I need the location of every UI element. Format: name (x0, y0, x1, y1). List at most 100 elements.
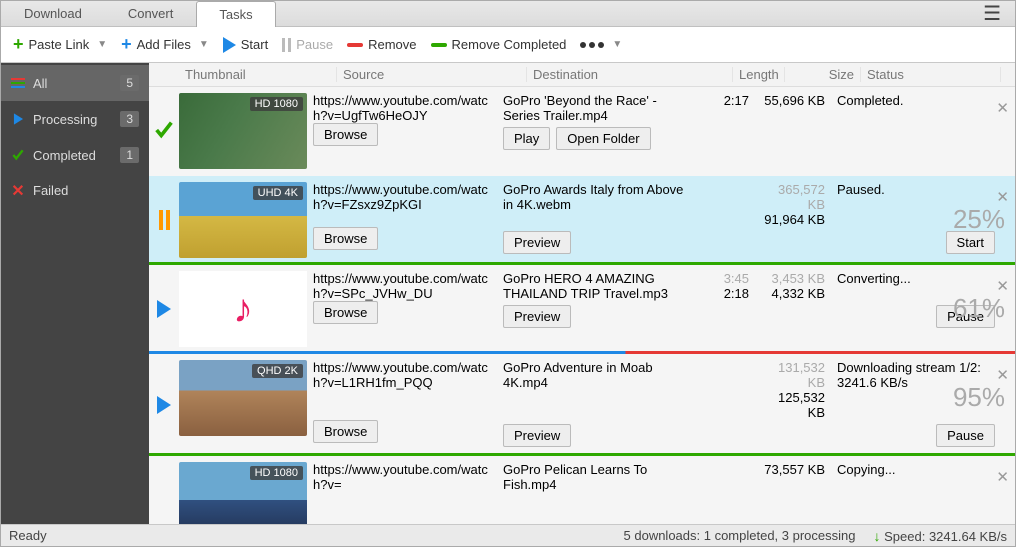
check-icon (153, 119, 175, 144)
destination-file: GoPro Awards Italy from Above in 4K.webm (497, 182, 703, 227)
browse-button[interactable]: Browse (313, 123, 378, 146)
plus-icon: + (121, 34, 132, 55)
column-headers: Thumbnail Source Destination Length Size… (149, 63, 1015, 87)
destination-file: GoPro Adventure in Moab 4K.mp4 (497, 360, 703, 420)
preview-button[interactable]: Preview (503, 231, 571, 254)
dots-icon (580, 42, 604, 48)
thumbnail: HD 1080 (179, 93, 307, 169)
minus-icon (431, 43, 447, 47)
tab-download[interactable]: Download (1, 0, 105, 26)
count-badge: 3 (120, 111, 139, 127)
preview-button[interactable]: Preview (503, 424, 571, 447)
chevron-down-icon: ▼ (612, 39, 622, 50)
length (703, 360, 755, 420)
col-size[interactable]: Size (785, 67, 861, 82)
sidebar-item-all[interactable]: All 5 (1, 65, 149, 101)
length: 3:452:18 (703, 271, 755, 301)
task-row[interactable]: ♪ https://www.youtube.com/watch?v=SPc_JV… (149, 265, 1015, 354)
play-icon (223, 37, 236, 53)
status: Completed.✕ (831, 93, 1015, 123)
add-files-button[interactable]: + Add Files ▼ (121, 34, 209, 55)
sidebar-item-failed[interactable]: ✕ Failed (1, 173, 149, 208)
length: 2:17 (703, 93, 755, 123)
size: 365,572 KB91,964 KB (755, 182, 831, 227)
status-bar: Ready 5 downloads: 1 completed, 3 proces… (1, 524, 1015, 546)
status-ready: Ready (9, 528, 47, 543)
browse-button[interactable]: Browse (313, 301, 378, 324)
status: Downloading stream 1/2: 3241.6 KB/s95%✕ (831, 360, 1015, 420)
progress-percent: 25% (953, 204, 1005, 235)
source-url: https://www.youtube.com/watch?v=FZsxz9Zp… (307, 182, 497, 227)
status: Converting...61%✕ (831, 271, 1015, 301)
task-row[interactable]: HD 1080 https://www.youtube.com/watch?v=… (149, 456, 1015, 524)
destination-file: GoPro HERO 4 AMAZING THAILAND TRIP Trave… (497, 271, 703, 301)
close-icon[interactable]: ✕ (996, 366, 1009, 384)
task-row[interactable]: UHD 4K https://www.youtube.com/watch?v=F… (149, 176, 1015, 265)
status: Paused.25%✕ (831, 182, 1015, 227)
col-thumbnail[interactable]: Thumbnail (179, 67, 337, 82)
destination-file: GoPro 'Beyond the Race' - Series Trailer… (497, 93, 703, 123)
thumbnail: UHD 4K (179, 182, 307, 258)
paste-link-button[interactable]: + Paste Link ▼ (13, 34, 107, 55)
remove-completed-button[interactable]: Remove Completed (431, 37, 567, 52)
source-url: https://www.youtube.com/watch?v=UgfTw6He… (307, 93, 497, 123)
progress-percent: 61% (953, 293, 1005, 324)
source-url: https://www.youtube.com/watch?v=SPc_JVHw… (307, 271, 497, 301)
thumbnail: QHD 2K (179, 360, 307, 436)
plus-icon: + (13, 34, 24, 55)
play-button[interactable]: Play (503, 127, 550, 150)
browse-button[interactable]: Browse (313, 227, 378, 250)
hamburger-menu-icon[interactable]: ☰ (977, 2, 1007, 26)
close-icon[interactable]: ✕ (996, 468, 1009, 486)
size: 55,696 KB (755, 93, 831, 123)
col-status[interactable]: Status (861, 67, 1001, 82)
task-list[interactable]: HD 1080 https://www.youtube.com/watch?v=… (149, 87, 1015, 524)
pause-button[interactable]: Pause (282, 37, 333, 52)
play-icon (157, 396, 171, 414)
pause-button[interactable]: Pause (936, 424, 995, 447)
tab-convert[interactable]: Convert (105, 0, 197, 26)
pause-icon (159, 210, 170, 230)
chevron-down-icon[interactable]: ▼ (199, 39, 209, 50)
tab-tasks[interactable]: Tasks (196, 1, 275, 27)
status: Copying...✕ (831, 462, 1015, 492)
destination-file: GoPro Pelican Learns To Fish.mp4 (497, 462, 703, 492)
all-icon (11, 76, 25, 90)
task-row[interactable]: QHD 2K https://www.youtube.com/watch?v=L… (149, 354, 1015, 456)
close-icon[interactable]: ✕ (996, 99, 1009, 117)
progress-percent: 95% (953, 382, 1005, 413)
x-icon: ✕ (11, 184, 25, 198)
col-source[interactable]: Source (337, 67, 527, 82)
thumbnail: HD 1080 (179, 462, 307, 524)
sidebar-item-completed[interactable]: Completed 1 (1, 137, 149, 173)
check-icon (11, 148, 25, 162)
col-destination[interactable]: Destination (527, 67, 733, 82)
source-url: https://www.youtube.com/watch?v= (307, 462, 497, 492)
sidebar-item-processing[interactable]: Processing 3 (1, 101, 149, 137)
play-icon (157, 300, 171, 318)
length (703, 182, 755, 227)
count-badge: 1 (120, 147, 139, 163)
preview-button[interactable]: Preview (503, 305, 571, 328)
sidebar: All 5 Processing 3 Completed 1 ✕ Failed (1, 63, 149, 524)
size: 131,532 KB125,532 KB (755, 360, 831, 420)
count-badge: 5 (120, 75, 139, 91)
pause-icon (282, 38, 291, 52)
remove-button[interactable]: Remove (347, 37, 416, 52)
start-button[interactable]: Start (223, 37, 268, 53)
play-icon (11, 112, 25, 126)
size: 3,453 KB4,332 KB (755, 271, 831, 301)
col-length[interactable]: Length (733, 67, 785, 82)
chevron-down-icon[interactable]: ▼ (97, 39, 107, 50)
minus-icon (347, 43, 363, 47)
more-button[interactable]: ▼ (580, 39, 622, 50)
browse-button[interactable]: Browse (313, 420, 378, 443)
close-icon[interactable]: ✕ (996, 188, 1009, 206)
source-url: https://www.youtube.com/watch?v=L1RH1fm_… (307, 360, 497, 420)
open-folder-button[interactable]: Open Folder (556, 127, 650, 150)
download-arrow-icon: ↓ (874, 528, 881, 544)
length (703, 462, 755, 492)
close-icon[interactable]: ✕ (996, 277, 1009, 295)
size: 73,557 KB (755, 462, 831, 492)
task-row[interactable]: HD 1080 https://www.youtube.com/watch?v=… (149, 87, 1015, 176)
